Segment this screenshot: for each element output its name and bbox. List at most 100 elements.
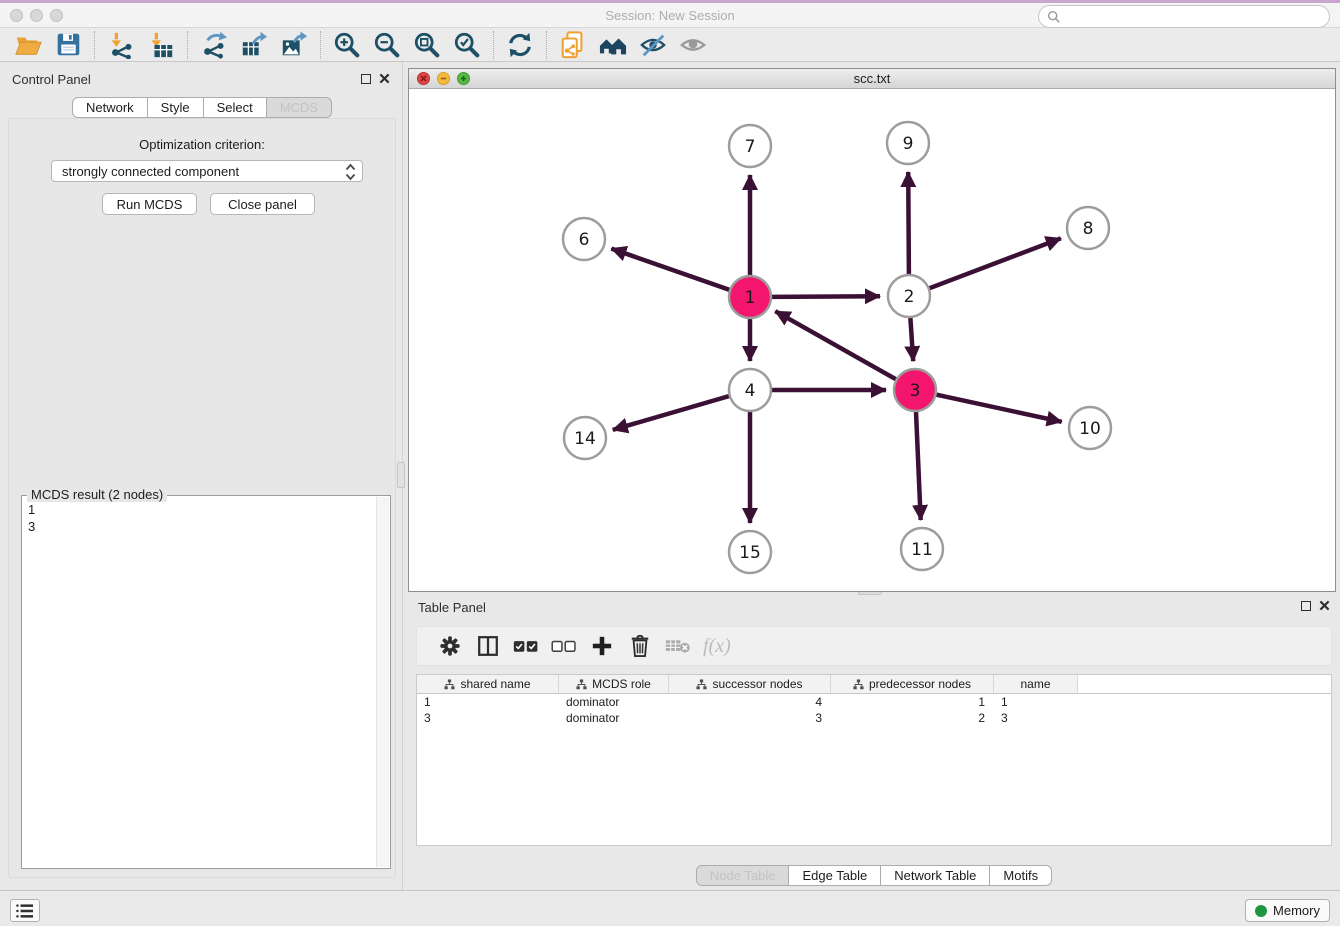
tab-motifs[interactable]: Motifs <box>990 865 1052 886</box>
toolbar-separator <box>320 31 321 59</box>
graph-node-label-4: 4 <box>745 381 756 401</box>
toolbar-separator <box>493 31 494 59</box>
optimization-criterion-label: Optimization criterion: <box>9 137 395 152</box>
zoom-out-icon[interactable] <box>370 30 404 60</box>
hide-selected-icon[interactable] <box>636 30 670 60</box>
tab-select[interactable]: Select <box>204 97 267 118</box>
toolbar-separator <box>546 31 547 59</box>
graph-node-label-3: 3 <box>910 381 921 401</box>
column-header-shared-name[interactable]: shared name <box>417 675 559 694</box>
mcds-scrollbar[interactable] <box>376 497 389 867</box>
close-panel-icon[interactable] <box>379 73 390 84</box>
table-panel-title: Table Panel <box>418 600 486 615</box>
export-network-icon[interactable] <box>197 30 231 60</box>
graph-edge-1-2[interactable] <box>772 296 880 297</box>
zoom-selected-icon[interactable] <box>450 30 484 60</box>
graph-edge-3-11[interactable] <box>916 412 921 520</box>
tab-edge-table[interactable]: Edge Table <box>789 865 881 886</box>
cell-successor-nodes[interactable]: 3 <box>669 710 831 726</box>
graph-node-label-9: 9 <box>903 134 914 154</box>
graph-node-label-11: 11 <box>911 540 933 560</box>
vertical-splitter-handle[interactable] <box>397 462 405 488</box>
network-view-window: scc.txt 7968124314101511 <box>408 68 1336 592</box>
memory-button[interactable]: Memory <box>1245 899 1330 922</box>
column-type-icon <box>853 679 864 690</box>
network-canvas[interactable]: 7968124314101511 <box>409 89 1335 591</box>
cell-mcds-role[interactable]: dominator <box>559 710 669 726</box>
graph-node-label-14: 14 <box>574 429 596 449</box>
show-all-icon <box>676 30 710 60</box>
graph-node-label-1: 1 <box>745 288 756 308</box>
close-table-panel-icon[interactable] <box>1319 600 1330 611</box>
task-history-button[interactable] <box>10 899 40 922</box>
import-network-icon[interactable] <box>104 30 138 60</box>
graph-node-label-2: 2 <box>904 287 915 307</box>
toolbar-separator <box>94 31 95 59</box>
control-panel: Control Panel Network Style Select MCDS … <box>6 68 398 878</box>
mcds-result-title: MCDS result (2 nodes) <box>27 487 167 502</box>
graph-node-label-7: 7 <box>745 137 756 157</box>
cell-shared-name[interactable]: 3 <box>417 710 559 726</box>
control-panel-tabs: Network Style Select MCDS <box>6 97 398 118</box>
zoom-in-icon[interactable] <box>330 30 364 60</box>
graph-edge-2-8[interactable] <box>930 238 1061 288</box>
refresh-network-icon[interactable] <box>503 30 537 60</box>
tab-mcds[interactable]: MCDS <box>267 97 332 118</box>
network-window-titlebar[interactable]: scc.txt <box>409 69 1335 89</box>
table-settings-gear-icon[interactable] <box>435 632 465 660</box>
delete-column-trash-icon[interactable] <box>625 632 655 660</box>
cell-predecessor-nodes[interactable]: 2 <box>831 710 994 726</box>
cell-name[interactable]: 1 <box>994 694 1078 710</box>
tab-node-table[interactable]: Node Table <box>696 865 790 886</box>
tab-style[interactable]: Style <box>148 97 204 118</box>
deselect-all-rows-icon[interactable] <box>549 632 579 660</box>
zoom-fit-icon[interactable] <box>410 30 444 60</box>
cell-successor-nodes[interactable]: 4 <box>669 694 831 710</box>
graph-edge-2-3[interactable] <box>910 318 913 361</box>
search-input[interactable] <box>1038 5 1330 28</box>
column-type-icon <box>696 679 707 690</box>
cell-name[interactable]: 3 <box>994 710 1078 726</box>
network-title: scc.txt <box>409 71 1335 86</box>
column-header-mcds-role[interactable]: MCDS role <box>559 675 669 694</box>
select-stepper-icon <box>345 163 356 181</box>
select-all-rows-icon[interactable] <box>511 632 541 660</box>
column-header-successor-nodes[interactable]: successor nodes <box>669 675 831 694</box>
export-table-icon[interactable] <box>237 30 271 60</box>
tab-network[interactable]: Network <box>72 97 148 118</box>
graph-edge-4-14[interactable] <box>613 396 729 430</box>
graph-edge-3-1[interactable] <box>775 311 896 379</box>
cell-mcds-role[interactable]: dominator <box>559 694 669 710</box>
table-row[interactable]: 1 dominator 4 1 1 <box>417 694 1331 710</box>
create-column-icon[interactable] <box>587 632 617 660</box>
show-home-icon[interactable] <box>596 30 630 60</box>
cell-predecessor-nodes[interactable]: 1 <box>831 694 994 710</box>
show-columns-icon[interactable] <box>473 632 503 660</box>
mcds-result-item: 3 <box>28 518 35 535</box>
cell-shared-name[interactable]: 1 <box>417 694 559 710</box>
column-header-name[interactable]: name <box>994 675 1078 694</box>
run-mcds-button[interactable]: Run MCDS <box>102 193 197 215</box>
memory-label: Memory <box>1273 903 1320 918</box>
column-header-predecessor-nodes[interactable]: predecessor nodes <box>831 675 994 694</box>
graph-edge-2-9[interactable] <box>908 172 909 274</box>
save-session-icon[interactable] <box>51 30 85 60</box>
close-panel-button[interactable]: Close panel <box>210 193 315 215</box>
graph-node-label-8: 8 <box>1083 219 1094 239</box>
tab-network-table[interactable]: Network Table <box>881 865 990 886</box>
status-bar: Memory <box>0 890 1340 926</box>
criterion-select[interactable]: strongly connected component <box>51 160 363 182</box>
import-table-icon[interactable] <box>144 30 178 60</box>
list-icon <box>15 903 35 919</box>
graph-edge-1-6[interactable] <box>611 249 729 290</box>
table-row[interactable]: 3 dominator 3 2 3 <box>417 710 1331 726</box>
delete-table-icon <box>663 632 693 660</box>
float-panel-icon[interactable] <box>361 74 371 84</box>
float-table-panel-icon[interactable] <box>1301 601 1311 611</box>
graph-node-label-6: 6 <box>579 230 590 250</box>
graph-edge-3-10[interactable] <box>937 395 1062 422</box>
open-session-icon[interactable] <box>11 30 45 60</box>
clone-network-icon[interactable] <box>556 30 590 60</box>
node-table[interactable]: shared name MCDS role successor nodes pr… <box>416 674 1332 846</box>
export-image-icon[interactable] <box>277 30 311 60</box>
